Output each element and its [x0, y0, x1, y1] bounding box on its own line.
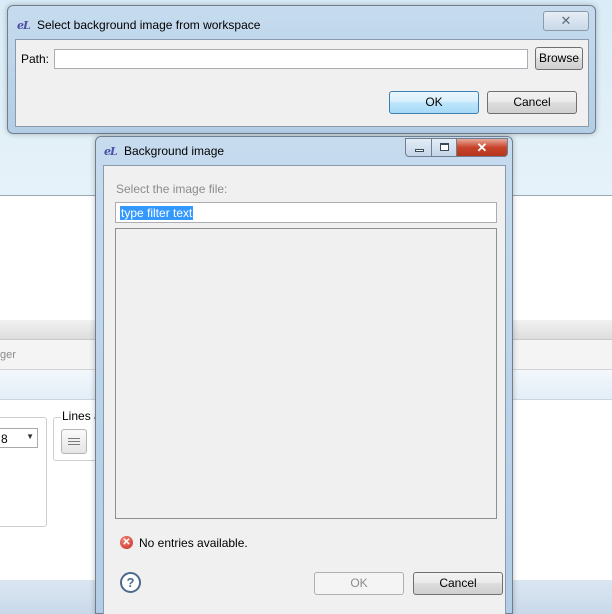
- close-button[interactable]: ✕: [543, 11, 589, 31]
- chevron-down-icon[interactable]: ▼: [26, 432, 34, 441]
- help-glyph: ?: [126, 575, 135, 590]
- minimize-icon: [415, 149, 424, 152]
- dialog-content: Select the image file: type filter text …: [103, 165, 506, 614]
- filter-input[interactable]: type filter text: [115, 202, 497, 223]
- size-combo-value: 8: [1, 432, 8, 446]
- status-message: No entries available.: [139, 536, 248, 550]
- ok-button[interactable]: OK: [389, 91, 479, 114]
- select-background-image-dialog: eL Select background image from workspac…: [7, 5, 596, 134]
- help-icon[interactable]: ?: [120, 572, 141, 593]
- eclipse-app-icon: eL: [104, 145, 118, 158]
- maximize-button[interactable]: [431, 138, 457, 157]
- filter-text[interactable]: type filter text: [120, 206, 194, 220]
- cancel-button[interactable]: Cancel: [487, 91, 577, 114]
- browse-button[interactable]: Browse: [535, 47, 583, 70]
- path-label: Path:: [21, 52, 50, 66]
- maximize-icon: [440, 143, 449, 151]
- cancel-button[interactable]: Cancel: [413, 572, 503, 595]
- minimize-button[interactable]: [405, 138, 432, 157]
- error-icon: ✕: [120, 536, 133, 549]
- line-style-button[interactable]: [61, 429, 87, 454]
- eclipse-app-icon: eL: [17, 19, 31, 32]
- background-image-dialog: eL Background image ✕ Select the image f…: [95, 136, 513, 614]
- image-file-list[interactable]: [115, 228, 497, 519]
- dialog-title: Background image: [124, 144, 225, 158]
- close-icon[interactable]: ✕: [561, 13, 572, 28]
- path-input[interactable]: [54, 49, 528, 69]
- ok-button[interactable]: OK: [314, 572, 404, 595]
- close-button[interactable]: ✕: [456, 138, 508, 157]
- size-combo[interactable]: 8 ▼: [0, 428, 38, 448]
- dialog-content: Path: Browse OK Cancel: [15, 39, 589, 127]
- select-image-label: Select the image file:: [116, 182, 228, 196]
- close-icon[interactable]: ✕: [477, 140, 488, 155]
- section-header-label: ger: [0, 349, 16, 361]
- dialog-title: Select background image from workspace: [37, 18, 261, 32]
